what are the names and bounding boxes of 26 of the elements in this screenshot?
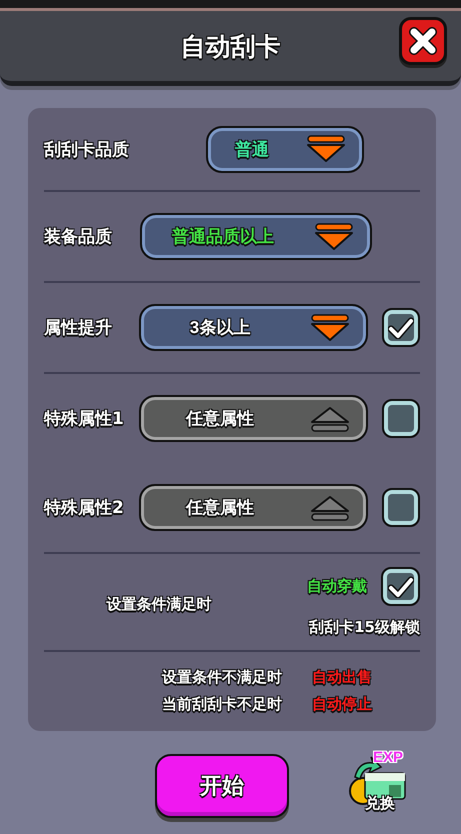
exp-label: EXP <box>373 749 404 766</box>
dropdown[interactable]: 普通品质以上 <box>140 213 372 260</box>
filter-label: 刮刮卡品质 <box>44 138 130 160</box>
checkbox[interactable] <box>382 308 420 347</box>
check-icon <box>388 316 414 338</box>
filter-label: 装备品质 <box>44 226 113 248</box>
filter-label: 特殊属性1 <box>44 408 125 430</box>
check-icon <box>388 576 414 598</box>
filter-label: 属性提升 <box>44 317 113 339</box>
condition-text: 设置条件不满足时 <box>160 668 282 687</box>
filter-label: 特殊属性2 <box>44 497 125 519</box>
unlock-note: 刮刮卡15级解锁 <box>309 618 420 637</box>
caret-down-icon <box>304 134 348 164</box>
condition-text: 当前刮刮卡不足时 <box>161 695 282 714</box>
close-icon <box>408 26 438 56</box>
action-text: 自动出售 <box>312 668 372 687</box>
dropdown[interactable]: 普通 <box>206 126 364 172</box>
checkbox[interactable] <box>381 567 420 606</box>
caret-down-icon <box>312 222 356 252</box>
dropdown[interactable]: 3条以上 <box>138 304 368 351</box>
action-text: 自动穿戴 <box>307 577 367 596</box>
exchange-button[interactable]: EXP 兑换 <box>345 751 419 821</box>
condition-text: 设置条件满足时 <box>105 594 212 614</box>
close-button[interactable] <box>399 17 447 65</box>
window-title: 自动刮卡 <box>180 30 280 62</box>
action-text: 自动停止 <box>312 695 372 714</box>
